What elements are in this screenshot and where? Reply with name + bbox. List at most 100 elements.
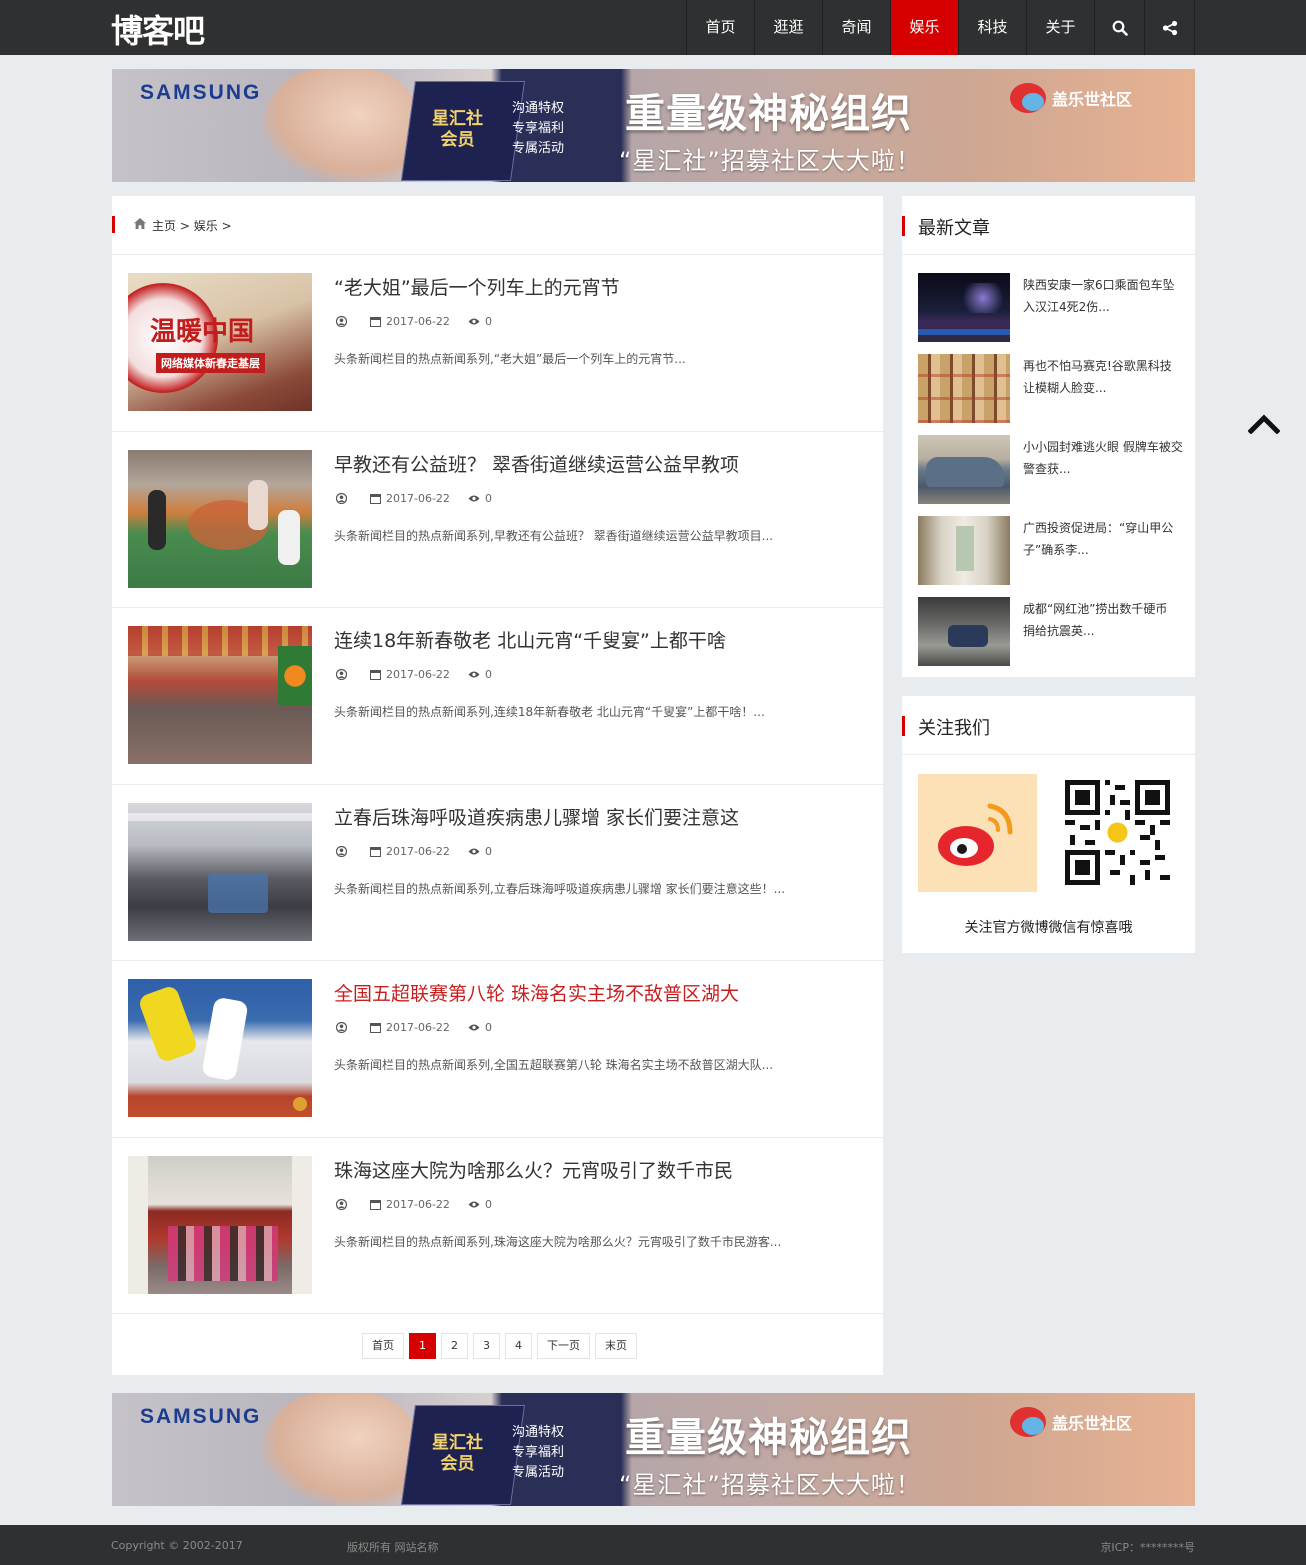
- article-date: 2017-06-22: [386, 844, 450, 858]
- article-views: 0: [484, 668, 492, 681]
- eye-icon: [468, 494, 480, 503]
- banner-perks: 沟通特权 专享福利 专属活动: [512, 99, 564, 159]
- article-title[interactable]: 早教还有公益班？ 翠香街道继续运营公益早教项: [334, 450, 739, 477]
- user-icon: [336, 1022, 347, 1033]
- banner-perk: 沟通特权: [512, 101, 565, 116]
- calendar-icon: [370, 1022, 381, 1033]
- page-first-button[interactable]: 首页: [362, 1333, 404, 1359]
- banner-headline: 重量级神秘组织: [625, 91, 912, 137]
- calendar-icon: [370, 1199, 381, 1210]
- share-button[interactable]: [1145, 0, 1195, 55]
- latest-article-link[interactable]: 广西投资促进局：“穿山甲公子”确系李...: [1023, 517, 1183, 561]
- article-thumbnail[interactable]: [128, 802, 312, 941]
- article-title[interactable]: 珠海这座大院为啥那么火？元宵吸引了数千市民: [334, 1156, 733, 1183]
- calendar-icon: [370, 316, 381, 327]
- widget-title: 最新文章: [918, 218, 990, 239]
- banner-perk: 专属活动: [512, 1465, 565, 1480]
- article-title[interactable]: “老大姐”最后一个列车上的元宵节: [334, 273, 620, 300]
- user-icon: [336, 845, 347, 857]
- page-number-button[interactable]: 2: [441, 1333, 468, 1359]
- article-title[interactable]: 立春后珠海呼吸道疾病患儿骤增 家长们要注意这: [334, 803, 739, 830]
- article-meta: 2017-06-22 0: [336, 315, 510, 328]
- banner-subline: “星汇社”招募社区大大啦！: [619, 1471, 921, 1499]
- nav-item-oddities[interactable]: 奇闻: [823, 0, 891, 55]
- nav-item-home[interactable]: 首页: [687, 0, 755, 55]
- latest-thumbnail[interactable]: [918, 597, 1010, 666]
- nav-item-tech[interactable]: 科技: [959, 0, 1027, 55]
- footer-icp: 京ICP：********号: [1100, 1541, 1195, 1554]
- banner-hand-image: [262, 1393, 422, 1506]
- latest-thumbnail[interactable]: [918, 435, 1010, 504]
- latest-article-link[interactable]: 再也不怕马赛克!谷歌黑科技让模糊人脸变...: [1023, 355, 1183, 399]
- breadcrumb-home-link[interactable]: 主页: [152, 219, 176, 233]
- banner-brand: SAMSUNG: [140, 81, 262, 104]
- site-footer: Copyright © 2002-2017 版权所有 网站名称 京ICP：***…: [0, 1525, 1306, 1565]
- article-thumbnail[interactable]: [128, 979, 312, 1117]
- footer-rights: 版权所有 网站名称: [347, 1541, 439, 1554]
- latest-thumbnail[interactable]: [918, 516, 1010, 585]
- article-thumbnail[interactable]: 温暖中国 网络媒体新春走基层: [128, 273, 312, 411]
- article-excerpt: 头条新闻栏目的热点新闻系列,早教还有公益班？ 翠香街道继续运营公益早教项目...: [334, 528, 774, 543]
- banner-subline: “星汇社”招募社区大大啦！: [619, 147, 921, 175]
- nav-item-entertainment[interactable]: 娱乐: [891, 0, 959, 55]
- article-meta: 2017-06-22 0: [336, 1021, 510, 1034]
- article-thumbnail[interactable]: [128, 449, 312, 588]
- chevron-up-icon: [1247, 414, 1281, 435]
- article-excerpt: 头条新闻栏目的热点新闻系列,立春后珠海呼吸道疾病患儿骤增 家长们要注意这些！..…: [334, 881, 786, 896]
- page-last-button[interactable]: 末页: [595, 1333, 637, 1359]
- banner-card-text: 星汇社 会员: [432, 109, 483, 150]
- pagination: 首页 1 2 3 4 下一页 末页: [362, 1333, 642, 1359]
- article-thumbnail[interactable]: [128, 626, 312, 764]
- wechat-qr-code: [1065, 780, 1170, 885]
- article-date: 2017-06-22: [386, 315, 450, 328]
- banner-perk: 专享福利: [512, 121, 565, 136]
- page-next-button[interactable]: 下一页: [537, 1333, 590, 1359]
- nav-item-browse[interactable]: 逛逛: [755, 0, 823, 55]
- breadcrumb-current-link[interactable]: 娱乐: [194, 219, 218, 233]
- page-number-button[interactable]: 3: [473, 1333, 500, 1359]
- latest-article-link[interactable]: 陕西安康一家6口乘面包车坠入汉江4死2伤...: [1023, 274, 1183, 318]
- eye-icon: [468, 1200, 480, 1209]
- article-meta: 2017-06-22 0: [336, 845, 510, 858]
- calendar-icon: [370, 669, 381, 680]
- article-title[interactable]: 全国五超联赛第八轮 珠海名实主场不敌普区湖大: [334, 979, 739, 1006]
- article-item: 温暖中国 网络媒体新春走基层 “老大姐”最后一个列车上的元宵节 2017-06-…: [112, 255, 883, 432]
- site-logo[interactable]: 博客吧: [111, 6, 205, 52]
- home-icon: [134, 218, 146, 229]
- article-excerpt: 头条新闻栏目的热点新闻系列,全国五超联赛第八轮 珠海名实主场不敌普区湖大队...: [334, 1058, 774, 1072]
- article-item: 早教还有公益班？ 翠香街道继续运营公益早教项 2017-06-22 0 头条新闻…: [112, 432, 883, 608]
- search-button[interactable]: [1095, 0, 1145, 55]
- main-nav: 首页 逛逛 奇闻 娱乐 科技 关于: [686, 0, 1195, 55]
- weibo-button[interactable]: [918, 774, 1037, 892]
- widget-header: 最新文章: [902, 196, 1195, 255]
- page-number-button[interactable]: 4: [505, 1333, 532, 1359]
- top-ad-banner[interactable]: SAMSUNG 星汇社 会员 沟通特权 专享福利 专属活动 重量级神秘组织 “星…: [112, 69, 1195, 182]
- banner-perks: 沟通特权 专享福利 专属活动: [512, 1423, 564, 1483]
- article-item: 珠海这座大院为啥那么火？元宵吸引了数千市民 2017-06-22 0 头条新闻栏…: [112, 1138, 883, 1314]
- latest-articles-widget: 最新文章 陕西安康一家6口乘面包车坠入汉江4死2伤... 再也不怕马赛克!谷歌黑…: [902, 196, 1195, 677]
- user-icon: [336, 669, 347, 680]
- share-icon: [1162, 20, 1177, 35]
- nav-item-about[interactable]: 关于: [1027, 0, 1095, 55]
- thumb-caption: 温暖中国: [150, 317, 255, 347]
- article-excerpt: 头条新闻栏目的热点新闻系列,珠海这座大院为啥那么火？元宵吸引了数千市民游客...: [334, 1234, 782, 1249]
- banner-perk: 专属活动: [512, 141, 565, 156]
- eye-icon: [468, 317, 480, 326]
- latest-article-link[interactable]: 成都“网红池”捞出数千硬币 捐给抗震英...: [1023, 598, 1183, 642]
- latest-article-link[interactable]: 小小园封难逃火眼 假牌车被交警查获...: [1023, 436, 1183, 480]
- article-date: 2017-06-22: [386, 1197, 450, 1211]
- breadcrumb: 主页 > 娱乐 >: [112, 196, 883, 255]
- back-to-top-button[interactable]: [1247, 412, 1281, 438]
- page-number-button[interactable]: 1: [409, 1333, 436, 1359]
- article-item: 连续18年新春敬老 北山元宵“千叟宴”上都干啥 2017-06-22 0 头条新…: [112, 608, 883, 785]
- bottom-ad-banner[interactable]: SAMSUNG 星汇社 会员 沟通特权 专享福利 专属活动 重量级神秘组织 “星…: [112, 1393, 1195, 1506]
- latest-thumbnail[interactable]: [918, 273, 1010, 342]
- latest-thumbnail[interactable]: [918, 354, 1010, 423]
- article-views: 0: [484, 1197, 492, 1211]
- article-title[interactable]: 连续18年新春敬老 北山元宵“千叟宴”上都干啥: [334, 626, 726, 653]
- article-thumbnail[interactable]: [128, 1155, 312, 1294]
- banner-community: 盖乐世社区: [1010, 83, 1132, 113]
- article-views: 0: [484, 1021, 492, 1034]
- widget-header: 关注我们: [902, 696, 1195, 755]
- banner-community: 盖乐世社区: [1010, 1407, 1132, 1437]
